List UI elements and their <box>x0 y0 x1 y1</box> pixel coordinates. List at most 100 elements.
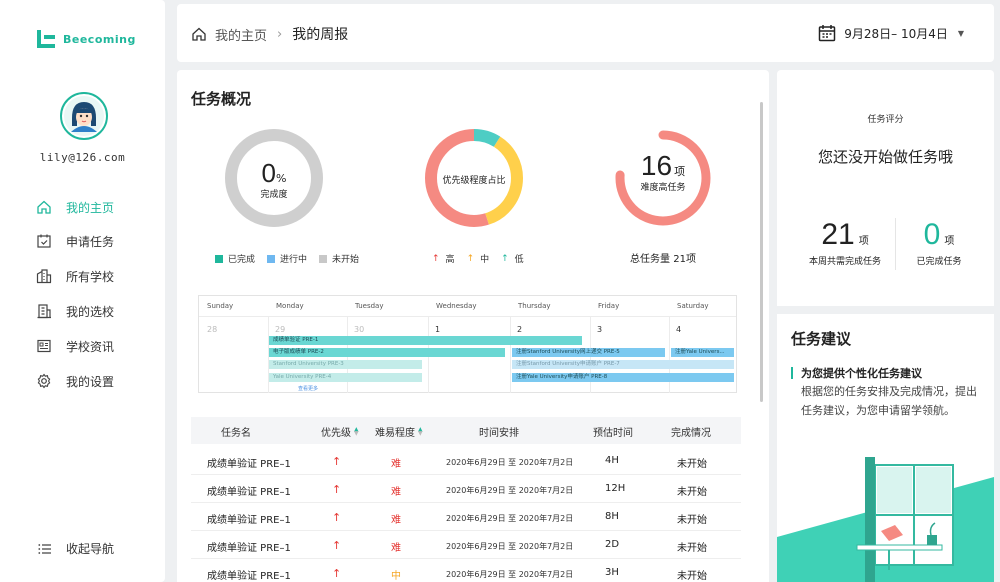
nav-item-settings[interactable]: 我的设置 <box>36 371 114 391</box>
table-row[interactable]: 成绩单验证 PRE–1 ↑ 难 2020年6月29日 至 2020年7月2日 4H 未开始 <box>191 447 741 475</box>
done-tasks-value: 0 <box>923 218 941 251</box>
nav-label: 申请任务 <box>66 234 115 249</box>
nav-item-apply-tasks[interactable]: 申请任务 <box>36 231 114 251</box>
date-cell[interactable]: 28 <box>207 325 217 334</box>
date-cell[interactable]: 2 <box>517 325 522 334</box>
priority-legend: ↑ 高 ↑ 中 ↑ 低 <box>432 252 536 266</box>
home-icon <box>37 200 51 214</box>
weekday-wednesday: Wednesday <box>436 302 477 310</box>
caret-down-icon: ▼ <box>957 28 964 38</box>
sort-icon: ▲ ▼ <box>354 425 359 437</box>
calendar-more-link[interactable]: 查看更多 <box>298 385 318 392</box>
difficulty-value: 难 <box>391 487 401 498</box>
nav-item-home[interactable]: 我的主页 <box>36 197 114 217</box>
menu-collapse-icon <box>38 543 51 554</box>
breadcrumb-current: 我的周报 <box>292 27 349 43</box>
difficulty-value: 16 <box>640 150 673 181</box>
date-cell[interactable]: 3 <box>597 325 602 334</box>
calendar-task-bar[interactable]: Stanford University PRE-3 <box>269 360 422 369</box>
calendar-task-bar[interactable]: 成绩单验证 PRE-1 <box>269 336 582 345</box>
completion-unit: % <box>276 172 287 185</box>
done-tasks-stat: 0项 已完成任务 <box>899 218 979 267</box>
status: 未开始 <box>677 571 707 582</box>
date-cell[interactable]: 4 <box>676 325 681 334</box>
estimate: 12H <box>605 483 626 494</box>
top-header: 我的主页 › 我的周报 9月28日– 10月4日 ▼ <box>177 4 994 62</box>
task-name: 成绩单验证 PRE–1 <box>207 543 291 554</box>
main-content: 任务概况 0% 完成度 已完成 进行中 未开始 优先级程度占比 ↑ 高 ↑ 中 ↑ 低… <box>177 70 769 582</box>
date-cell[interactable]: 1 <box>435 325 440 334</box>
task-table-header: 任务名 优先级 ▲ ▼ 难易程度 ▲ ▼ 时间安排 预估时间 完成情况 <box>191 417 741 444</box>
building-icon <box>37 304 51 319</box>
calendar-task-bar[interactable]: 电子版成绩单 PRE-2 <box>269 348 505 357</box>
calendar-task-bar[interactable]: 注册Yale University申请账户 PRE-8 <box>512 373 734 382</box>
chevron-right-icon: › <box>277 26 283 42</box>
breadcrumb: 我的主页 › 我的周报 <box>191 24 348 44</box>
difficulty-value: 中 <box>391 571 401 582</box>
score-title: 任务评分 <box>867 115 904 125</box>
brand-logo[interactable]: Beecoming <box>35 28 136 50</box>
col-difficulty[interactable]: 难易程度 ▲ ▼ <box>375 424 423 439</box>
status: 未开始 <box>677 487 707 498</box>
weekly-tasks-value: 21 <box>821 218 855 251</box>
date-range-picker[interactable]: 9月28日– 10月4日 ▼ <box>818 24 964 42</box>
date-cell[interactable]: 29 <box>275 325 285 334</box>
legend-high: ↑ 高 <box>432 253 455 266</box>
weekday-thursday: Thursday <box>518 302 551 310</box>
weekday-monday: Monday <box>276 302 304 310</box>
estimate: 2D <box>605 539 620 550</box>
avatar[interactable] <box>60 92 108 140</box>
difficulty-unit: 项 <box>674 165 686 178</box>
difficulty-label: 难度高任务 <box>640 183 686 193</box>
collapse-nav-button[interactable]: 收起导航 <box>38 540 114 557</box>
breadcrumb-home[interactable]: 我的主页 <box>215 25 267 44</box>
status-legend: 已完成 进行中 未开始 <box>215 252 371 265</box>
score-message: 您还没开始做任务哦 <box>817 148 953 166</box>
calendar-task-bar[interactable]: Yale University PRE-4 <box>269 373 422 382</box>
schedule: 2020年6月29日 至 2020年7月2日 <box>446 570 574 579</box>
scrollbar[interactable] <box>760 102 763 402</box>
nav-item-my-schools[interactable]: 我的选校 <box>36 301 114 321</box>
schedule: 2020年6月29日 至 2020年7月2日 <box>446 486 574 495</box>
completion-value: 0 <box>261 158 276 188</box>
col-estimate: 预估时间 <box>593 428 633 439</box>
weekday-sunday: Sunday <box>207 302 234 310</box>
sort-icon: ▲ ▼ <box>418 425 423 437</box>
table-row[interactable]: 成绩单验证 PRE–1 ↑ 难 2020年6月29日 至 2020年7月2日 8H 未开始 <box>191 503 741 531</box>
home-icon[interactable] <box>191 26 207 42</box>
priority-icon: ↑ <box>332 511 342 524</box>
schedule: 2020年6月29日 至 2020年7月2日 <box>446 514 574 523</box>
priority-icon: ↑ <box>332 539 342 552</box>
legend-in-progress: 进行中 <box>267 252 307 265</box>
priority-icon: ↑ <box>332 567 342 580</box>
priority-icon: ↑ <box>332 483 342 496</box>
legend-completed: 已完成 <box>215 252 255 265</box>
task-name: 成绩单验证 PRE–1 <box>207 515 291 526</box>
weekly-tasks-label: 本周共需完成任务 <box>808 257 881 267</box>
weekday-saturday: Saturday <box>677 302 709 310</box>
nav-item-all-schools[interactable]: 所有学校 <box>36 266 114 286</box>
estimate: 4H <box>605 455 619 466</box>
calendar-task-bar[interactable]: 注册Stanford University申请账户 PRE-7 <box>512 360 734 369</box>
estimate: 8H <box>605 511 619 522</box>
brand-name: Beecoming <box>63 32 136 46</box>
week-calendar: Sunday Monday Tuesday Wednesday Thursday… <box>198 295 737 393</box>
col-priority[interactable]: 优先级 ▲ ▼ <box>321 424 359 439</box>
difficulty-value: 难 <box>391 515 401 526</box>
legend-medium: ↑ 中 <box>466 253 490 266</box>
task-name: 成绩单验证 PRE–1 <box>207 487 291 498</box>
calendar-task-bar[interactable]: 注册Stanford University网上递交 PRE-5 <box>512 348 665 357</box>
calendar-task-bar[interactable]: 注册Yale Univers... <box>671 348 734 357</box>
arrow-up-icon: ↑ <box>466 253 475 264</box>
table-row[interactable]: 成绩单验证 PRE–1 ↑ 难 2020年6月29日 至 2020年7月2日 2D 未开始 <box>191 531 741 559</box>
table-row[interactable]: 成绩单验证 PRE–1 ↑ 难 2020年6月29日 至 2020年7月2日 12H 未开… <box>191 475 741 503</box>
difficulty-value: 难 <box>391 459 401 470</box>
table-row[interactable]: 成绩单验证 PRE–1 ↑ 中 2020年6月29日 至 2020年7月2日 3H 未开始 <box>191 559 741 582</box>
nav-item-school-news[interactable]: 学校资讯 <box>36 336 114 356</box>
date-cell[interactable]: 30 <box>354 325 364 334</box>
col-schedule: 时间安排 <box>479 428 519 439</box>
gear-icon <box>37 373 51 389</box>
total-tasks: 总任务量 21项 <box>630 254 696 265</box>
collapse-label: 收起导航 <box>66 542 115 556</box>
completion-center: 0% 完成度 <box>224 158 324 200</box>
